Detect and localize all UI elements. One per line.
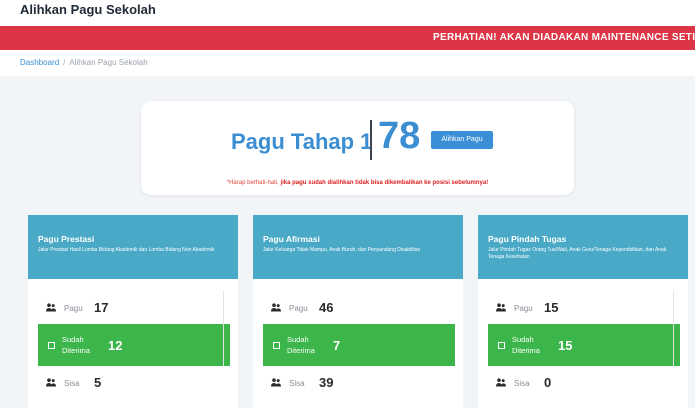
sisa-label: Sisa — [514, 379, 530, 388]
pagu-value: 15 — [544, 300, 559, 315]
hero-divider — [370, 120, 372, 160]
card-header: Pagu Prestasi Jalur Prestasi Hasil Lomba… — [28, 215, 238, 279]
top-header: Alihkan Pagu Sekolah — [0, 0, 695, 26]
row-divider — [223, 291, 224, 325]
breadcrumb-separator: / — [63, 58, 66, 67]
card-title: Pagu Pindah Tugas — [488, 234, 567, 244]
warning-note-prefix: *Harap berhati-hati, — [226, 180, 281, 186]
maintenance-alert-bar: PERHATIAN! AKAN DIADAKAN MAINTENANCE SET… — [0, 26, 695, 50]
pagu-row: Pagu 15 — [488, 291, 680, 325]
diterima-value: 12 — [108, 338, 123, 353]
diterima-value: 7 — [333, 338, 341, 353]
diterima-label: Sudah Diterima — [62, 335, 90, 355]
page-title: Alihkan Pagu Sekolah — [20, 2, 156, 17]
sisa-value: 39 — [319, 375, 334, 390]
card-body: Pagu 46 Sudah Diterima 7 Sisa 39 — [253, 279, 463, 408]
card-header: Pagu Pindah Tugas Jalur Pindah Tugas Ora… — [478, 215, 688, 279]
sisa-row: Sisa 39 — [263, 366, 455, 400]
pagu-label: Pagu — [289, 304, 308, 313]
users-icon — [271, 378, 281, 387]
check-square-icon — [498, 342, 505, 349]
breadcrumb-bar: Dashboard / Alihkan Pagu Sekolah — [0, 50, 695, 76]
sisa-label: Sisa — [289, 379, 305, 388]
card-description: Jalur Prestasi Hasil Lomba Bidang Akadem… — [38, 247, 215, 253]
pagu-tahap-total: 78 — [378, 115, 421, 157]
check-square-icon — [48, 342, 55, 349]
sisa-row: Sisa 0 — [488, 366, 680, 400]
card-body: Pagu 17 Sudah Diterima 12 Sisa 5 — [28, 279, 238, 408]
row-divider — [673, 291, 674, 325]
pagu-label: Pagu — [64, 304, 83, 313]
diterima-label: Sudah Diterima — [287, 335, 315, 355]
card-body: Pagu 15 Sudah Diterima 15 Sisa 0 — [478, 279, 688, 408]
sisa-label: Sisa — [64, 379, 80, 388]
users-icon — [271, 303, 281, 312]
breadcrumb-dashboard-link[interactable]: Dashboard — [20, 58, 59, 67]
users-icon — [496, 303, 506, 312]
breadcrumb-current: Alihkan Pagu Sekolah — [69, 58, 148, 67]
check-square-icon — [273, 342, 280, 349]
users-icon — [496, 378, 506, 387]
diterima-label: Sudah Diterima — [512, 335, 540, 355]
maintenance-alert-text: PERHATIAN! AKAN DIADAKAN MAINTENANCE SET… — [433, 32, 695, 43]
pagu-value: 17 — [94, 300, 109, 315]
warning-note-emphasis: jika pagu sudah dialihkan tidak bisa dik… — [280, 180, 489, 186]
pagu-tahap-card: Pagu Tahap 1 78 Alihkan Pagu *Harap berh… — [141, 101, 574, 195]
alihkan-pagu-button[interactable]: Alihkan Pagu — [431, 131, 493, 149]
breadcrumb: Dashboard / Alihkan Pagu Sekolah — [20, 58, 148, 67]
sisa-row: Sisa 5 — [38, 366, 230, 400]
pagu-row: Pagu 17 — [38, 291, 230, 325]
sisa-value: 0 — [544, 375, 552, 390]
diterima-value: 15 — [558, 338, 573, 353]
users-icon — [46, 378, 56, 387]
diterima-row: Sudah Diterima 15 — [488, 324, 680, 366]
pagu-prestasi-card: Pagu Prestasi Jalur Prestasi Hasil Lomba… — [28, 215, 238, 408]
pagu-label: Pagu — [514, 304, 533, 313]
card-header: Pagu Afirmasi Jalur Keluarga Tidak Mampu… — [253, 215, 463, 279]
card-title: Pagu Afirmasi — [263, 234, 320, 244]
card-description: Jalur Pindah Tugas Orang Tua/Wali, Anak … — [488, 247, 667, 260]
row-divider — [673, 324, 674, 366]
row-divider — [223, 324, 224, 366]
pagu-afirmasi-card: Pagu Afirmasi Jalur Keluarga Tidak Mampu… — [253, 215, 463, 408]
pagu-value: 46 — [319, 300, 334, 315]
sisa-value: 5 — [94, 375, 102, 390]
pagu-pindah-tugas-card: Pagu Pindah Tugas Jalur Pindah Tugas Ora… — [478, 215, 688, 408]
pagu-row: Pagu 46 — [263, 291, 455, 325]
diterima-row: Sudah Diterima 7 — [263, 324, 455, 366]
users-icon — [46, 303, 56, 312]
diterima-row: Sudah Diterima 12 — [38, 324, 230, 366]
card-title: Pagu Prestasi — [38, 234, 95, 244]
warning-note: *Harap berhati-hati, jika pagu sudah dia… — [141, 180, 574, 186]
card-description: Jalur Keluarga Tidak Mampu, Anak Buruh, … — [263, 247, 421, 253]
pagu-tahap-title: Pagu Tahap 1 — [231, 129, 373, 154]
